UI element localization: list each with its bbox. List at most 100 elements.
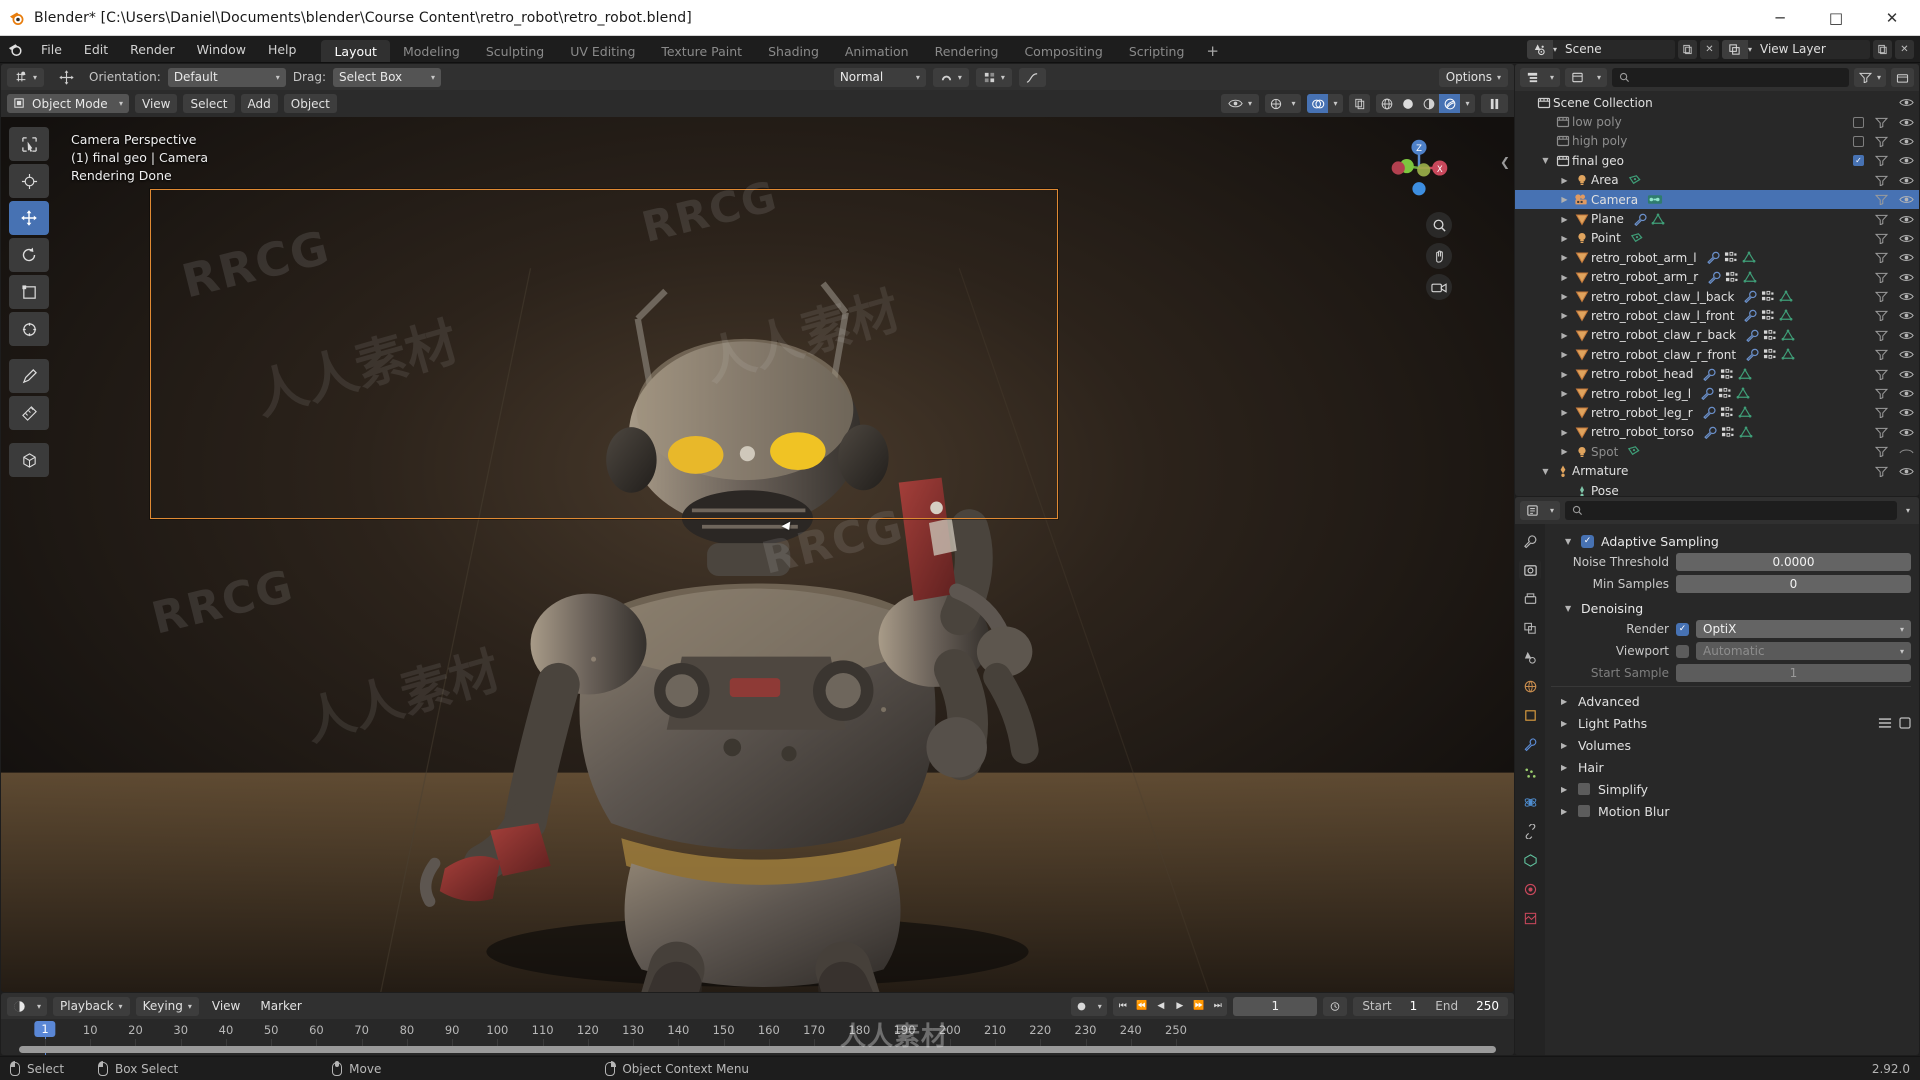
triangle-right-icon[interactable]: ▶ bbox=[1557, 292, 1572, 301]
solid-shading-icon[interactable] bbox=[1397, 94, 1418, 113]
xray-toggle-group[interactable] bbox=[1349, 94, 1370, 113]
outliner-row-low-poly[interactable]: low poly bbox=[1515, 112, 1919, 131]
timeline-menu-keying[interactable]: Keying ▾ bbox=[135, 996, 199, 1016]
blender-app-icon[interactable] bbox=[0, 36, 30, 62]
outliner-row-retro-robot-arm-l[interactable]: ▶ retro_robot_arm_l bbox=[1515, 248, 1919, 267]
jump-start-icon[interactable]: ⏮ bbox=[1113, 997, 1132, 1016]
auto-keying-group[interactable]: ▾ bbox=[1071, 996, 1108, 1016]
view-layer-selector[interactable]: ▾ View Layer bbox=[1721, 39, 1870, 59]
render-filter-icon[interactable] bbox=[1875, 349, 1888, 361]
outliner-row-retro-robot-claw-r-back[interactable]: ▶ retro_robot_claw_r_back bbox=[1515, 326, 1919, 345]
triangle-right-icon[interactable]: ▶ bbox=[1561, 785, 1570, 794]
new-view-layer-button[interactable] bbox=[1873, 39, 1892, 59]
active-tool-icon[interactable]: ▾ bbox=[7, 67, 45, 87]
menu-help[interactable]: Help bbox=[257, 36, 308, 63]
tool-move-icon[interactable] bbox=[9, 201, 49, 235]
meshdata-icon[interactable] bbox=[1738, 368, 1752, 381]
render-filter-icon[interactable] bbox=[1875, 446, 1888, 458]
outliner-row-retro-robot-claw-r-front[interactable]: ▶ retro_robot_claw_r_front bbox=[1515, 345, 1919, 364]
lightdata-icon[interactable] bbox=[1630, 232, 1644, 245]
adaptive-sampling-header[interactable]: ▼ ✓ Adaptive Sampling bbox=[1551, 530, 1911, 552]
render-filter-icon[interactable] bbox=[1875, 233, 1888, 244]
navigation-gizmo[interactable]: Z X bbox=[1386, 135, 1452, 201]
next-keyframe-icon[interactable]: ⏩ bbox=[1189, 997, 1208, 1016]
render-filter-icon[interactable] bbox=[1875, 369, 1888, 380]
modifier-icon[interactable] bbox=[1761, 290, 1775, 303]
lightdata-icon[interactable] bbox=[1627, 445, 1641, 458]
triangle-right-icon[interactable]: ▶ bbox=[1557, 389, 1572, 398]
adaptive-sampling-triangle-down-icon[interactable]: ▼ bbox=[1565, 537, 1574, 546]
close-button[interactable]: ✕ bbox=[1864, 0, 1920, 36]
timeline-menu-playback[interactable]: Playback ▾ bbox=[53, 996, 130, 1016]
panel-advanced[interactable]: ▶ Advanced bbox=[1551, 690, 1911, 712]
denoise-viewport-select[interactable]: Automatic ▾ bbox=[1696, 642, 1911, 660]
meshdata-icon[interactable] bbox=[1779, 309, 1793, 322]
outliner-row-armature[interactable]: ▼ Armature bbox=[1515, 461, 1919, 480]
cameradata-icon[interactable] bbox=[1647, 193, 1663, 206]
tab-data-properties[interactable] bbox=[1519, 850, 1541, 870]
meshdata-icon[interactable] bbox=[1651, 213, 1665, 226]
visibility-eye-icon[interactable] bbox=[1899, 310, 1914, 321]
tab-object-properties[interactable] bbox=[1519, 705, 1541, 725]
render-filter-icon[interactable] bbox=[1875, 252, 1888, 264]
tab-material-properties[interactable] bbox=[1519, 879, 1541, 899]
outliner-row-scene-collection[interactable]: Scene Collection bbox=[1515, 93, 1919, 112]
tool-select-box-icon[interactable] bbox=[9, 127, 49, 161]
render-filter-icon[interactable] bbox=[1875, 466, 1888, 477]
playhead-frame-badge[interactable]: 1 bbox=[34, 1021, 56, 1037]
triangle-right-icon[interactable]: ▶ bbox=[1557, 273, 1572, 282]
triangle-right-icon[interactable]: ▶ bbox=[1557, 350, 1572, 359]
visibility-eye-icon[interactable] bbox=[1899, 272, 1914, 283]
camera-view-icon[interactable] bbox=[1426, 274, 1452, 300]
menu-window[interactable]: Window bbox=[186, 36, 257, 63]
tab-animation[interactable]: Animation bbox=[832, 40, 922, 62]
render-filter-icon[interactable] bbox=[1875, 310, 1888, 322]
move-gizmo-icon[interactable] bbox=[51, 68, 82, 87]
checkbox-toggle[interactable]: ✓ bbox=[1853, 155, 1864, 167]
triangle-right-icon[interactable]: ▶ bbox=[1561, 719, 1570, 728]
current-frame-field[interactable]: 1 bbox=[1233, 996, 1318, 1016]
visibility-eye-icon[interactable] bbox=[1899, 291, 1914, 302]
viewport-menu-add[interactable]: Add bbox=[240, 94, 278, 113]
panel-hair[interactable]: ▶ Hair bbox=[1551, 756, 1911, 778]
wrench-icon[interactable] bbox=[1745, 329, 1759, 342]
outliner-row-retro-robot-leg-l[interactable]: ▶ retro_robot_leg_l bbox=[1515, 384, 1919, 403]
tool-annotate-icon[interactable] bbox=[9, 359, 49, 393]
material-preview-shading-icon[interactable] bbox=[1418, 94, 1439, 113]
overlays-chevron-down-icon[interactable]: ▾ bbox=[1328, 94, 1343, 113]
play-reverse-icon[interactable]: ◀ bbox=[1151, 997, 1170, 1016]
gizmo-toggle-icon[interactable] bbox=[1265, 94, 1286, 113]
visibility-eye-icon[interactable] bbox=[1899, 175, 1914, 186]
menu-file[interactable]: File bbox=[30, 36, 73, 63]
tab-physics-properties[interactable] bbox=[1519, 792, 1541, 812]
timeline-menu-marker[interactable]: Marker bbox=[253, 997, 308, 1016]
tool-measure-icon[interactable] bbox=[9, 396, 49, 430]
wireframe-shading-icon[interactable] bbox=[1376, 94, 1397, 113]
modifier-icon[interactable] bbox=[1724, 251, 1738, 264]
unlink-scene-button[interactable]: ✕ bbox=[1699, 39, 1719, 59]
visibility-eye-off-icon[interactable] bbox=[1899, 446, 1914, 457]
tab-world-properties[interactable] bbox=[1519, 676, 1541, 696]
visibility-eye-icon[interactable] bbox=[1899, 466, 1914, 477]
denoising-triangle-down-icon[interactable]: ▼ bbox=[1565, 604, 1574, 613]
tool-scale-icon[interactable] bbox=[9, 275, 49, 309]
start-sample-field[interactable]: 1 bbox=[1676, 664, 1911, 682]
render-filter-icon[interactable] bbox=[1875, 155, 1888, 167]
auto-keying-chevron-down-icon[interactable]: ▾ bbox=[1092, 997, 1107, 1016]
wrench-icon[interactable] bbox=[1706, 251, 1720, 265]
visibility-eye-icon[interactable] bbox=[1899, 117, 1914, 128]
tab-tool-properties[interactable] bbox=[1519, 531, 1541, 551]
modifier-icon[interactable] bbox=[1721, 426, 1735, 439]
new-scene-button[interactable] bbox=[1677, 39, 1697, 59]
modifier-icon[interactable] bbox=[1720, 368, 1734, 381]
tool-rotate-icon[interactable] bbox=[9, 238, 49, 272]
triangle-right-icon[interactable]: ▶ bbox=[1561, 807, 1570, 816]
transform-orientation-dropdown[interactable]: Normal ▾ bbox=[833, 67, 926, 87]
timeline-editor-type-button[interactable]: ▾ bbox=[7, 996, 47, 1016]
tool-cursor-icon[interactable] bbox=[9, 164, 49, 198]
triangle-right-icon[interactable]: ▶ bbox=[1557, 408, 1572, 417]
outliner-row-pose[interactable]: Pose bbox=[1515, 481, 1919, 496]
render-filter-icon[interactable] bbox=[1875, 330, 1888, 341]
modifier-icon[interactable] bbox=[1763, 348, 1777, 361]
prev-keyframe-icon[interactable]: ⏪ bbox=[1132, 997, 1151, 1016]
